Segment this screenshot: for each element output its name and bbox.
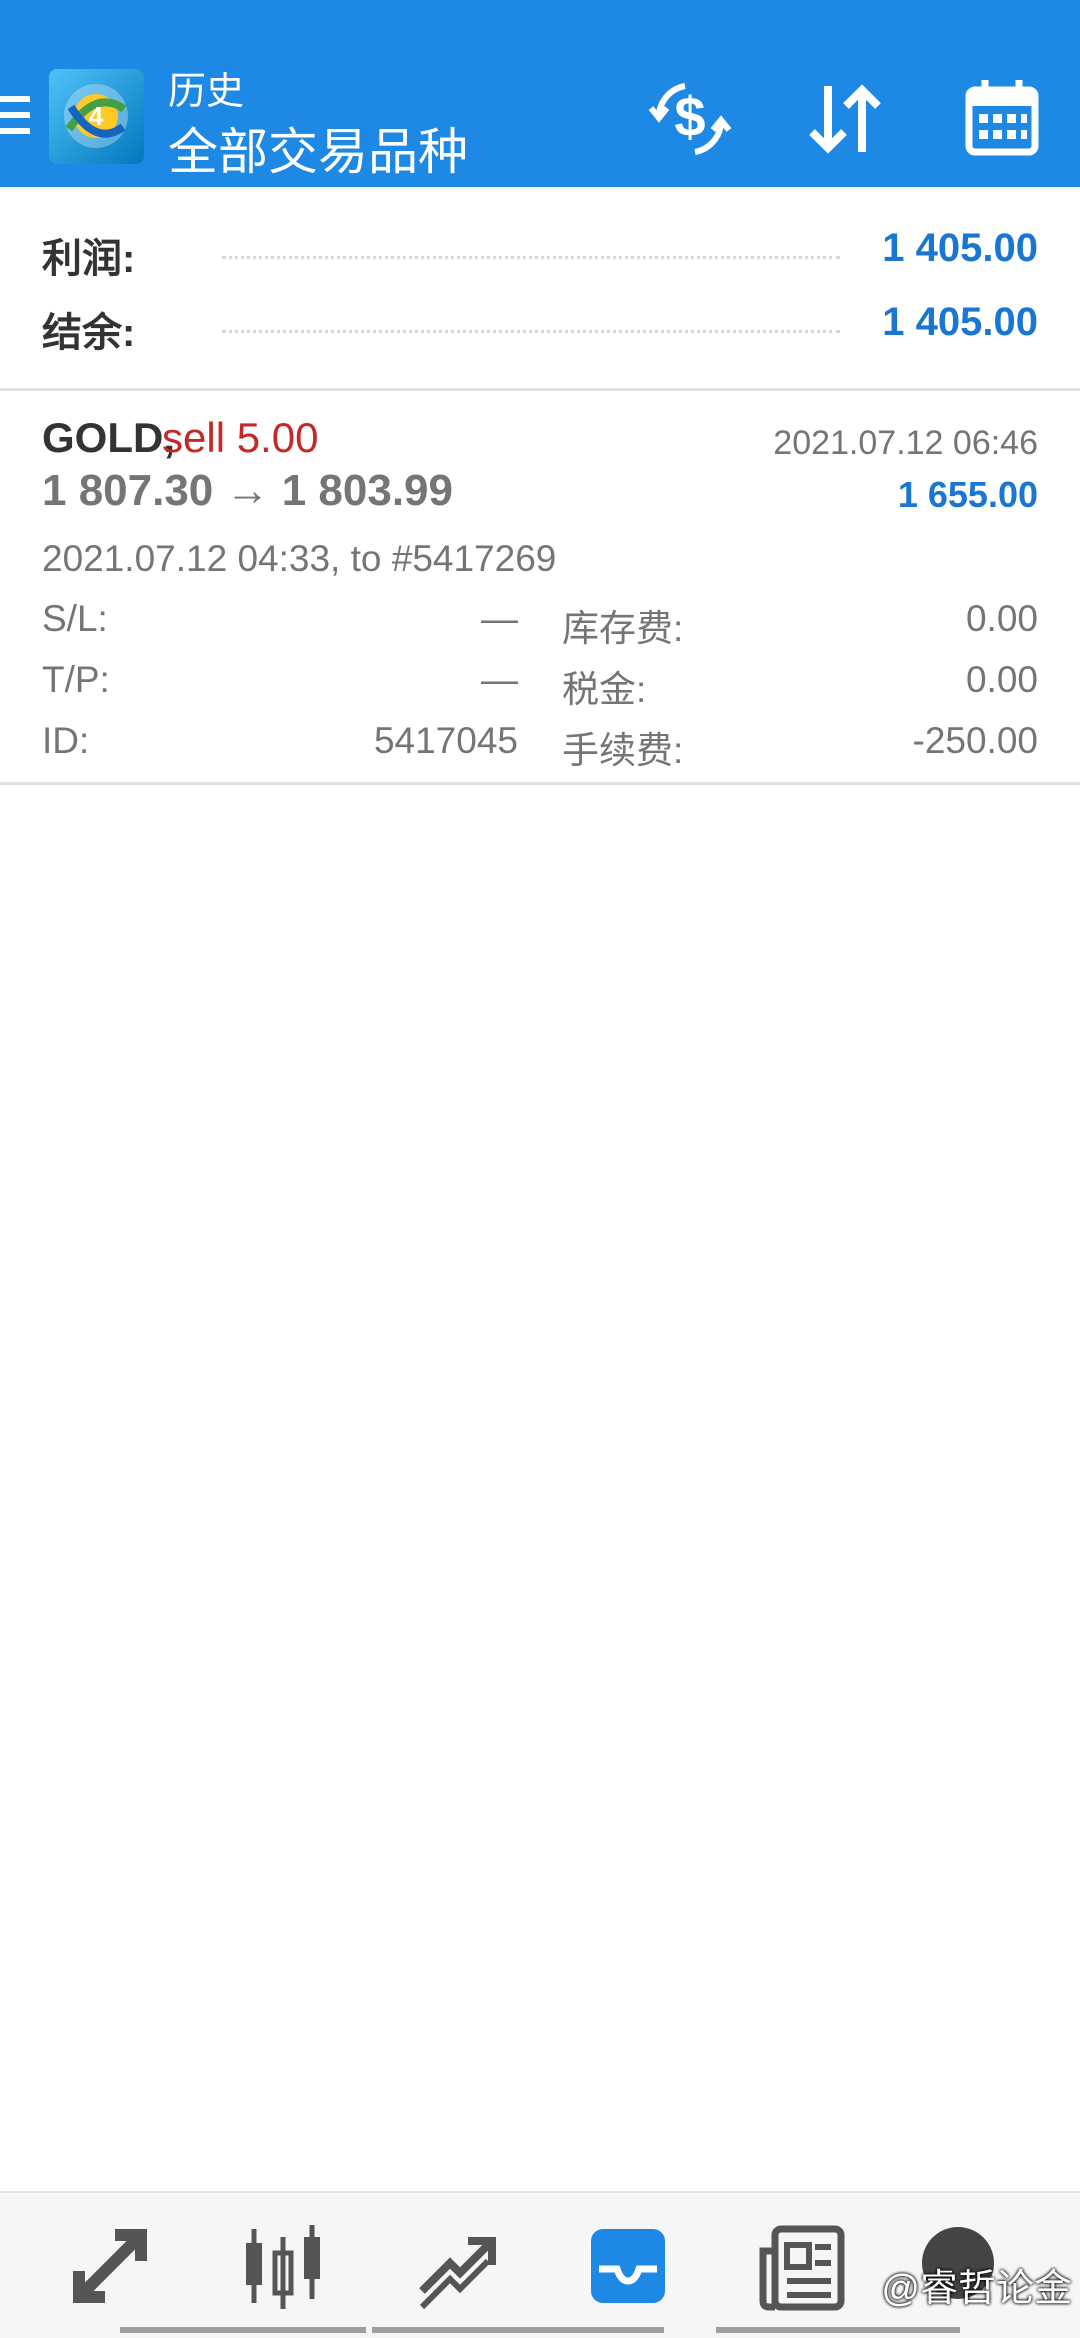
sl-label: S/L: <box>42 598 108 639</box>
calendar-icon[interactable] <box>957 74 1047 164</box>
nav-indicator <box>716 2327 960 2333</box>
swap-label: 库存费: <box>562 608 684 649</box>
nav-indicator <box>120 2327 366 2333</box>
tax-label: 税金: <box>562 669 647 710</box>
swap-value: 0.00 <box>965 598 1038 639</box>
dotted-leader <box>222 256 840 259</box>
status-bar <box>0 0 1080 14</box>
dotted-leader <box>222 330 840 333</box>
divider <box>0 388 1080 391</box>
tax-value: 0.00 <box>965 659 1038 700</box>
watermark: @睿哲论金 <box>881 2268 1072 2310</box>
app-logo: 4 <box>49 69 144 164</box>
deal-symbol: GOLD, <box>42 414 175 461</box>
commission-label: 手续费: <box>562 730 684 771</box>
tp-label: T/P: <box>42 659 110 700</box>
app-bar: 4 历史 全部交易品种 $ <box>0 14 1080 187</box>
currency-exchange-icon[interactable]: $ <box>645 74 735 164</box>
profit-label: 利润: <box>42 237 136 281</box>
sort-icon[interactable] <box>800 74 890 164</box>
balance-row: 结余: 1 405.00 <box>0 290 1080 360</box>
divider <box>0 782 1080 785</box>
symbol-filter[interactable]: 全部交易品种 <box>168 112 468 184</box>
deal-close-time: 2021.07.12 06:46 <box>773 424 1038 462</box>
menu-icon[interactable] <box>0 96 30 144</box>
commission-value: -250.00 <box>912 720 1039 761</box>
sl-value: — <box>481 598 518 639</box>
deal-prices: 1 807.30 → 1 803.99 <box>42 466 453 515</box>
profit-value: 1 405.00 <box>882 226 1038 270</box>
svg-text:4: 4 <box>89 101 104 131</box>
id-label: ID: <box>42 720 90 761</box>
quotes-icon[interactable] <box>65 2221 155 2311</box>
profit-row: 利润: 1 405.00 <box>0 216 1080 286</box>
svg-text:$: $ <box>674 85 705 148</box>
deal-profit: 1 655.00 <box>897 474 1038 515</box>
nav-indicator <box>372 2327 664 2333</box>
balance-label: 结余: <box>42 311 136 355</box>
deal-open-info: 2021.07.12 04:33, to #5417269 <box>42 538 557 579</box>
tp-value: — <box>481 659 518 700</box>
bottom-navigation: @睿哲论金 <box>0 2191 1080 2338</box>
id-value: 5417045 <box>373 720 518 761</box>
deal-type: sell 5.00 <box>162 414 319 461</box>
chart-icon[interactable] <box>238 2221 328 2311</box>
page-title: 历史 <box>168 71 245 113</box>
history-icon[interactable] <box>583 2221 673 2311</box>
news-icon[interactable] <box>757 2221 847 2311</box>
trade-icon[interactable] <box>412 2221 502 2311</box>
balance-value: 1 405.00 <box>882 300 1038 344</box>
